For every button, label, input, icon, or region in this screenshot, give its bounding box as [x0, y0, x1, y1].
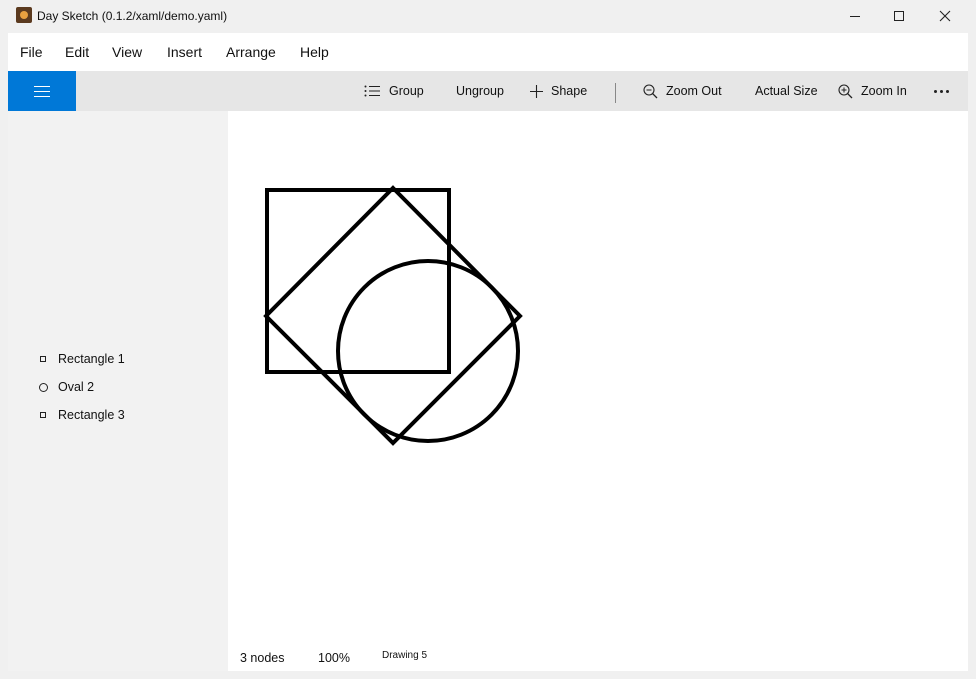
node-count-status: 3 nodes — [240, 651, 285, 665]
close-button[interactable] — [922, 0, 968, 32]
menu-help[interactable]: Help — [300, 44, 329, 60]
circle-icon — [38, 382, 48, 392]
toolbar-separator — [615, 83, 616, 103]
menu-bar: File Edit View Insert Arrange Help — [8, 33, 968, 71]
more-options-icon[interactable] — [934, 90, 949, 93]
minimize-button[interactable] — [832, 0, 878, 32]
drawing-canvas[interactable]: 3 nodes 100% Drawing 5 — [228, 111, 968, 671]
zoom-out-label: Zoom Out — [666, 84, 722, 98]
zoom-in-button[interactable]: Zoom In — [838, 71, 907, 111]
zoom-out-button[interactable]: Zoom Out — [643, 71, 722, 111]
list-icon — [364, 85, 380, 97]
hamburger-icon — [34, 85, 50, 97]
toolbar: Group Ungroup Shape Zoom Out Actual Size… — [8, 71, 968, 111]
close-icon — [939, 10, 951, 22]
menu-insert[interactable]: Insert — [167, 44, 202, 60]
menu-edit[interactable]: Edit — [65, 44, 89, 60]
layer-item-oval-2[interactable]: Oval 2 — [38, 380, 94, 394]
zoom-in-label: Zoom In — [861, 84, 907, 98]
menu-arrange[interactable]: Arrange — [226, 44, 276, 60]
menu-file[interactable]: File — [20, 44, 43, 60]
rectangle-3-shape[interactable] — [263, 185, 523, 446]
zoom-level-status: 100% — [318, 651, 350, 665]
zoom-out-icon — [643, 83, 658, 98]
app-icon — [16, 7, 32, 23]
window-title: Day Sketch (0.1.2/xaml/demo.yaml) — [37, 9, 228, 23]
sidebar-toggle-button[interactable] — [8, 71, 76, 111]
layer-item-rectangle-1[interactable]: Rectangle 1 — [38, 352, 125, 366]
square-icon — [38, 356, 48, 362]
layer-label: Rectangle 3 — [58, 408, 125, 422]
ungroup-label: Ungroup — [456, 84, 504, 98]
group-label: Group — [389, 84, 424, 98]
square-icon — [38, 412, 48, 418]
drawing-name-status: Drawing 5 — [382, 650, 428, 661]
actual-size-button[interactable]: Actual Size — [755, 71, 818, 111]
canvas-drawing — [263, 185, 523, 446]
layer-item-rectangle-3[interactable]: Rectangle 3 — [38, 408, 125, 422]
shape-label: Shape — [551, 84, 588, 98]
shape-button[interactable]: Shape — [530, 71, 587, 111]
menu-view[interactable]: View — [112, 44, 142, 60]
maximize-icon — [894, 11, 904, 21]
layer-label: Rectangle 1 — [58, 352, 125, 366]
group-button[interactable]: Group — [364, 71, 424, 111]
plus-icon — [530, 84, 543, 98]
title-bar: Day Sketch (0.1.2/xaml/demo.yaml) — [0, 0, 976, 32]
ungroup-button[interactable]: Ungroup — [456, 71, 504, 111]
layer-label: Oval 2 — [58, 380, 95, 394]
maximize-button[interactable] — [876, 0, 922, 32]
minimize-icon — [850, 15, 860, 17]
zoom-in-icon — [838, 83, 853, 98]
actual-size-label: Actual Size — [755, 84, 818, 98]
layers-sidebar: Rectangle 1 Oval 2 Rectangle 3 — [8, 111, 228, 671]
